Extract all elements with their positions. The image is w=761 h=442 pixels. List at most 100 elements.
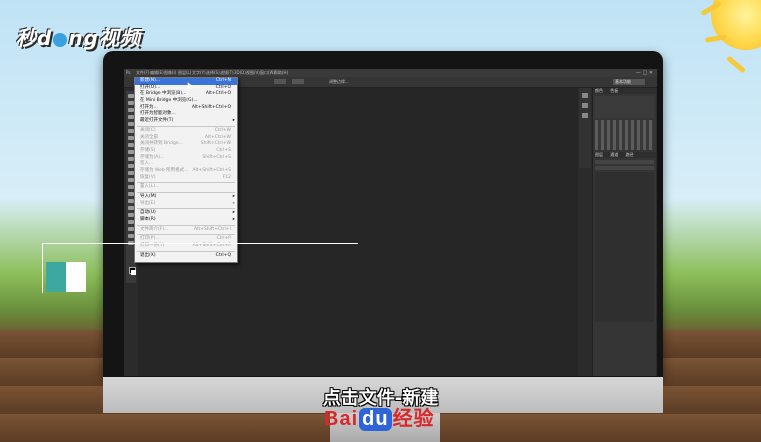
- window-controls[interactable]: — □ ✕: [636, 70, 653, 76]
- file-menu-item: 打印一份(Y) Alt+Shift+Ctrl+P: [135, 243, 237, 250]
- menu-item[interactable]: 编辑(E): [150, 70, 164, 76]
- menu-item-label: 退出(X): [140, 252, 156, 258]
- submenu-arrow-icon: ▸: [232, 200, 235, 206]
- menu-item-label: 在 Bridge 中浏览(B)...: [140, 91, 187, 97]
- right-panels: 颜色 色板 图层 通道 路径: [592, 88, 656, 376]
- menu-item-shortcut: Alt+Shift+Ctrl+S: [192, 167, 232, 173]
- app-logo[interactable]: Ps: [126, 70, 130, 75]
- menu-bar: Ps 文件(F) 编辑(E) 图像(I) 图层(L) 文字(Y) 选择(S) 滤镜(T) 3D(…: [124, 69, 657, 77]
- menu-item[interactable]: 文件(F): [136, 70, 149, 76]
- file-menu-item: 关闭(C) Ctrl+W: [135, 128, 237, 135]
- menu-separator: [137, 224, 235, 226]
- menu-item[interactable]: 滤镜(T): [220, 70, 234, 76]
- menu-item-label: 新建(N)...: [140, 78, 161, 83]
- layer-filter-row[interactable]: [595, 160, 654, 164]
- menu-item-label: 自动(U): [140, 210, 156, 216]
- menu-item-label: 导出(E): [140, 200, 156, 206]
- menu-item-label: 打开为...: [140, 104, 158, 110]
- options-field[interactable]: [292, 79, 304, 84]
- menu-separator: [137, 250, 235, 252]
- tab-paths[interactable]: 路径: [626, 152, 634, 157]
- adjustments-icons[interactable]: [595, 120, 654, 150]
- menu-item-shortcut: Alt+Shift+Ctrl+I: [194, 226, 231, 232]
- file-menu-item[interactable]: 导入(M) ▸: [135, 194, 237, 201]
- decor-line: [42, 243, 358, 244]
- menu-item-shortcut: Alt+Ctrl+O: [205, 91, 231, 97]
- color-picker[interactable]: [595, 96, 654, 118]
- menu-item-label: 脚本(R): [140, 217, 156, 223]
- color-panel-tabs[interactable]: 颜色 色板: [593, 88, 656, 94]
- menu-item-shortcut: Ctrl+N: [215, 78, 231, 83]
- menu-item[interactable]: 文字(Y): [192, 70, 206, 76]
- refine-edge-button[interactable]: 调整边缘...: [329, 79, 349, 85]
- submenu-arrow-icon: ▸: [232, 194, 235, 199]
- file-menu-item[interactable]: 脚本(R) ▸: [135, 217, 237, 224]
- menu-item-label: 打开(O)...: [140, 84, 161, 90]
- menu-item[interactable]: 选择(S): [206, 70, 220, 76]
- menu-item[interactable]: 3D(D): [234, 70, 246, 75]
- file-menu-item: 存储(S) Ctrl+S: [135, 148, 237, 155]
- menu-item[interactable]: 图层(L): [178, 70, 191, 76]
- menu-item-shortcut: Ctrl+S: [216, 147, 231, 153]
- file-menu-item: 置入(L)...: [135, 184, 237, 191]
- menu-item-label: 最近打开文件(T): [140, 118, 174, 124]
- file-menu-item: 关闭并转到 Bridge... Shift+Ctrl+W: [135, 141, 237, 148]
- decor-block-white: [66, 262, 86, 292]
- tab-swatches[interactable]: 色板: [610, 88, 618, 93]
- decor-line: [42, 243, 43, 293]
- menu-item-shortcut: Shift+Ctrl+W: [200, 141, 231, 147]
- menu-item-label: 签入...: [140, 161, 154, 167]
- sun-decoration: [711, 0, 761, 50]
- video-site-logo: 秒d ng视频: [16, 26, 141, 50]
- menu-item-shortcut: Alt+Shift+Ctrl+P: [192, 243, 231, 249]
- menu-separator: [137, 192, 235, 193]
- baidu-jingyan-watermark: Bai du 经验: [324, 408, 435, 431]
- background-color-swatch[interactable]: [131, 270, 136, 275]
- tab-channels[interactable]: 通道: [610, 152, 618, 157]
- character-icon[interactable]: [582, 113, 588, 118]
- menu-item-shortcut: F12: [222, 174, 231, 180]
- submenu-arrow-icon: ▸: [232, 210, 235, 216]
- workspace-preset-select[interactable]: 基本功能: [613, 79, 645, 85]
- sun-ray: [725, 55, 747, 74]
- file-menu-item: 文件简介(F)... Alt+Shift+Ctrl+I: [135, 227, 237, 234]
- file-menu-item: 恢复(V) F12: [135, 175, 237, 182]
- menu-item-shortcut: Ctrl+Q: [215, 252, 231, 258]
- menu-item[interactable]: 视图(V): [246, 70, 260, 76]
- history-icon[interactable]: [582, 93, 588, 98]
- menu-item[interactable]: 帮助(H): [274, 70, 288, 76]
- file-menu-item[interactable]: 退出(X) Ctrl+Q: [135, 253, 237, 260]
- blend-mode-row[interactable]: [595, 166, 654, 170]
- menu-item-label: 存储为(A)...: [140, 154, 165, 160]
- menu-separator: [137, 125, 235, 127]
- properties-icon[interactable]: [582, 103, 588, 108]
- menu-item[interactable]: 窗口(W): [260, 70, 275, 76]
- menu-item-label: 关闭全部: [140, 134, 158, 140]
- menu-item[interactable]: 图像(I): [164, 70, 176, 76]
- menu-item-label: 存储(S): [140, 147, 156, 153]
- layers-panel-tabs[interactable]: 图层 通道 路径: [593, 152, 656, 158]
- file-menu-item: 存储为 Web 所用格式... Alt+Shift+Ctrl+S: [135, 168, 237, 175]
- file-menu-item: 导出(E) ▸: [135, 201, 237, 208]
- menu-item-label: 打印(P)...: [140, 236, 160, 242]
- options-field[interactable]: [274, 79, 286, 84]
- menu-item-label: 存储为 Web 所用格式...: [140, 167, 189, 173]
- menu-item-label: 打开为智能对象...: [140, 111, 176, 117]
- menu-item-label: 恢复(V): [140, 174, 156, 180]
- tab-layers[interactable]: 图层: [595, 152, 603, 157]
- panel-icon-strip: [579, 88, 591, 168]
- file-menu-item[interactable]: 在 Mini Bridge 中浏览(G)...: [135, 98, 237, 105]
- menu-item-label: 关闭并转到 Bridge...: [140, 141, 183, 147]
- logo-dot-icon: [53, 32, 68, 47]
- file-menu-dropdown: 新建(N)... Ctrl+N 打开(O)... Ctrl+O 在 Bridge 中浏览…: [134, 77, 238, 263]
- menu-item-shortcut: Alt+Shift+Ctrl+O: [191, 104, 231, 110]
- file-menu-item[interactable]: 最近打开文件(T) ▸: [135, 118, 237, 125]
- file-menu-item: 签入...: [135, 161, 237, 168]
- submenu-arrow-icon: ▸: [232, 217, 235, 223]
- tab-color[interactable]: 颜色: [595, 88, 603, 93]
- menu-item-shortcut: Shift+Ctrl+S: [202, 154, 231, 160]
- menu-item-label: 在 Mini Bridge 中浏览(G)...: [140, 98, 198, 104]
- decor-block-teal: [46, 262, 66, 292]
- layers-list[interactable]: [595, 172, 654, 322]
- menu-item-label: 导入(M): [140, 194, 157, 199]
